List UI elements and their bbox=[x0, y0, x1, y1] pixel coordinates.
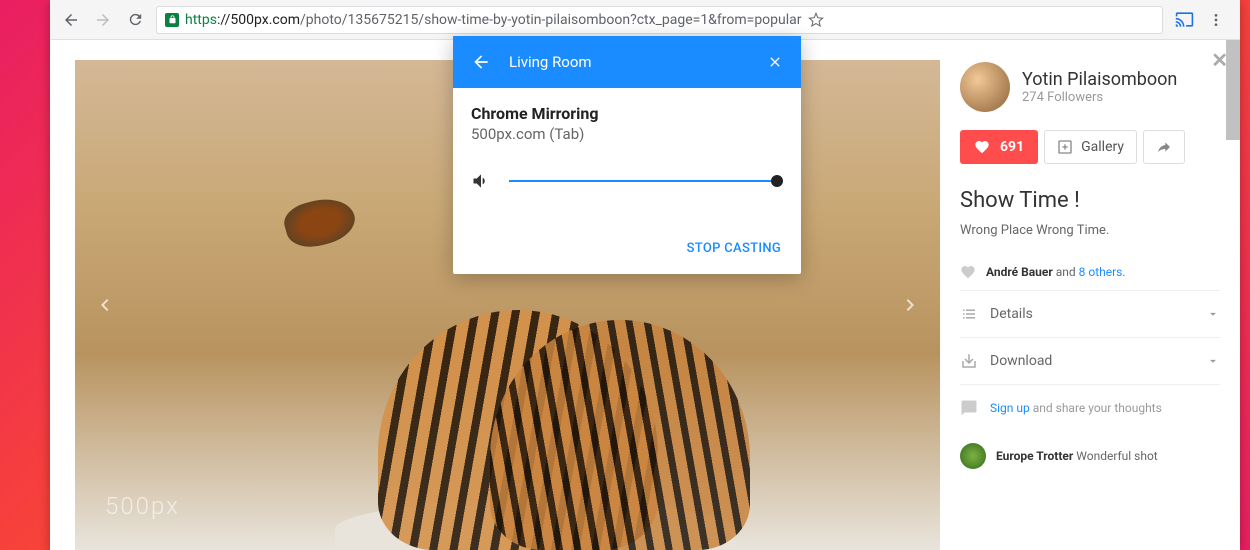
url-text: https://500px.com/photo/135675215/show-t… bbox=[185, 12, 802, 28]
toolbar-right bbox=[1175, 10, 1228, 29]
scrollbar[interactable] bbox=[1226, 40, 1240, 140]
author-block: Yotin Pilaisomboon 274 Followers bbox=[960, 62, 1220, 112]
like-button[interactable]: 691 bbox=[960, 130, 1038, 164]
nav-buttons bbox=[62, 11, 144, 29]
url-domain: ://500px.com bbox=[217, 12, 300, 28]
back-button[interactable] bbox=[62, 11, 80, 29]
avatar[interactable] bbox=[960, 62, 1010, 112]
share-icon bbox=[1156, 139, 1172, 155]
details-section[interactable]: Details bbox=[960, 290, 1220, 337]
comment-icon bbox=[960, 399, 978, 417]
cast-mirroring-title: Chrome Mirroring bbox=[471, 104, 783, 123]
like-count: 691 bbox=[1000, 139, 1024, 155]
cast-icon[interactable] bbox=[1175, 10, 1194, 29]
volume-thumb[interactable] bbox=[771, 175, 783, 187]
volume-icon[interactable] bbox=[471, 171, 491, 191]
chevron-down-icon bbox=[1206, 307, 1220, 321]
forward-button[interactable] bbox=[94, 11, 112, 29]
stop-casting-button[interactable]: STOP CASTING bbox=[687, 241, 781, 256]
chevron-down-icon bbox=[1206, 354, 1220, 368]
url-scheme: https bbox=[185, 12, 217, 28]
cast-back-button[interactable] bbox=[471, 52, 491, 72]
watermark: 500px bbox=[105, 492, 180, 520]
menu-icon[interactable] bbox=[1208, 12, 1224, 28]
gallery-label: Gallery bbox=[1081, 139, 1124, 155]
star-icon[interactable] bbox=[808, 12, 824, 28]
cast-device-name: Living Room bbox=[509, 53, 749, 71]
volume-slider[interactable] bbox=[509, 180, 783, 182]
photo-prev-button[interactable] bbox=[85, 285, 125, 325]
commenter-name[interactable]: Europe Trotter bbox=[996, 449, 1073, 463]
comment-text: Wonderful shot bbox=[1073, 449, 1157, 463]
commenter-avatar[interactable] bbox=[960, 443, 986, 469]
action-row: 691 Gallery bbox=[960, 130, 1220, 164]
cast-dialog-footer: STOP CASTING bbox=[453, 231, 801, 274]
download-section[interactable]: Download bbox=[960, 337, 1220, 384]
comment-prompt: Sign up and share your thoughts bbox=[960, 384, 1220, 431]
liker-name[interactable]: André Bauer bbox=[986, 265, 1053, 279]
signup-link[interactable]: Sign up bbox=[990, 401, 1030, 415]
followers-count: 274 Followers bbox=[1022, 90, 1177, 105]
browser-toolbar: https://500px.com/photo/135675215/show-t… bbox=[50, 0, 1240, 40]
details-label: Details bbox=[990, 306, 1033, 322]
cast-source-label: 500px.com (Tab) bbox=[471, 125, 783, 143]
gallery-button[interactable]: Gallery bbox=[1044, 130, 1137, 164]
download-icon bbox=[960, 352, 978, 370]
liker-others-link[interactable]: 8 others bbox=[1079, 265, 1123, 279]
add-gallery-icon bbox=[1057, 139, 1073, 155]
share-button[interactable] bbox=[1143, 130, 1185, 164]
photo-next-button[interactable] bbox=[890, 285, 930, 325]
heart-outline-icon bbox=[960, 264, 976, 280]
download-label: Download bbox=[990, 353, 1052, 369]
author-name[interactable]: Yotin Pilaisomboon bbox=[1022, 69, 1177, 90]
cast-close-button[interactable] bbox=[767, 54, 783, 70]
reload-button[interactable] bbox=[126, 11, 144, 29]
address-bar[interactable]: https://500px.com/photo/135675215/show-t… bbox=[156, 6, 1163, 34]
cast-dialog-body: Chrome Mirroring 500px.com (Tab) bbox=[453, 88, 801, 231]
cast-dialog-header: Living Room bbox=[453, 36, 801, 88]
volume-row bbox=[471, 171, 783, 191]
photo-title: Show Time ! bbox=[960, 188, 1220, 213]
url-path: /photo/135675215/show-time-by-yotin-pila… bbox=[300, 12, 802, 28]
photo-subtitle: Wrong Place Wrong Time. bbox=[960, 223, 1220, 238]
sidebar: ✕ Yotin Pilaisomboon 274 Followers 691 G… bbox=[940, 40, 1240, 550]
likers-row: André Bauer and 8 others. bbox=[960, 254, 1220, 290]
cast-dialog: Living Room Chrome Mirroring 500px.com (… bbox=[453, 36, 801, 274]
list-icon bbox=[960, 305, 978, 323]
comment-row: Europe Trotter Wonderful shot bbox=[960, 431, 1220, 469]
heart-icon bbox=[974, 139, 990, 155]
lock-icon bbox=[165, 13, 179, 27]
bird-shape bbox=[280, 192, 359, 254]
